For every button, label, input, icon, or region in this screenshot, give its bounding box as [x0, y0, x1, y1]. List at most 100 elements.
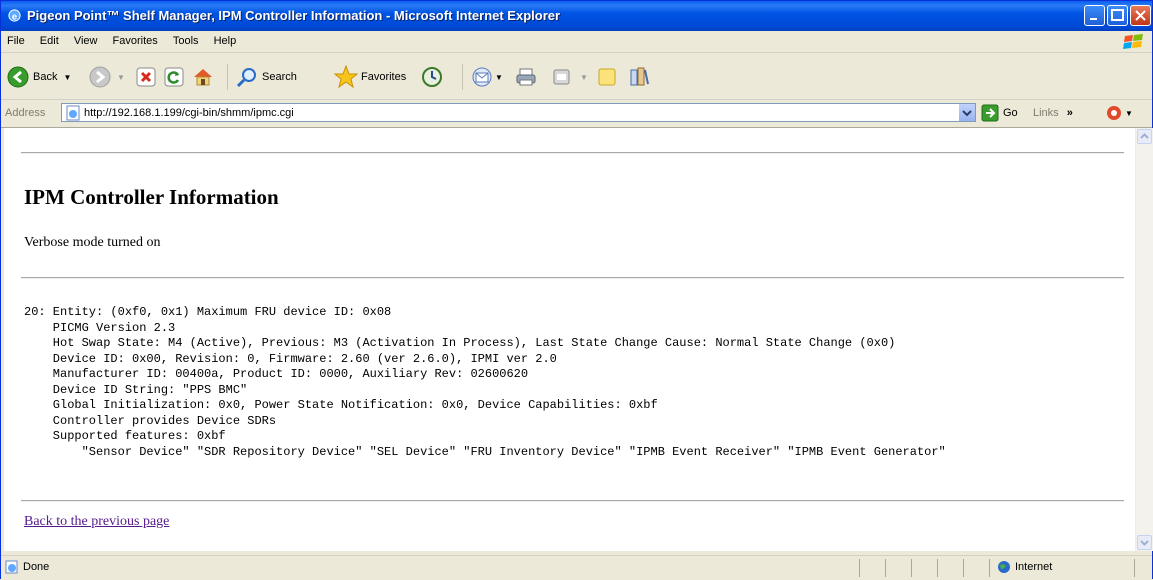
menu-file[interactable]: File — [1, 31, 31, 47]
address-dropdown-button[interactable] — [959, 104, 975, 121]
globe-icon — [998, 561, 1010, 573]
links-label: Links — [1033, 107, 1059, 119]
status-divider — [911, 559, 912, 577]
favorites-star-icon — [334, 65, 358, 89]
translate-icon — [1107, 106, 1121, 120]
discuss-button[interactable] — [596, 64, 618, 90]
stop-button[interactable] — [136, 64, 156, 90]
page-heading: IPM Controller Information — [24, 185, 279, 209]
info-line: Controller provides Device SDRs — [24, 413, 277, 428]
links-button[interactable]: Links » — [1033, 107, 1073, 119]
address-label: Address — [5, 107, 46, 119]
window-title: Pigeon Point™ Shelf Manager, IPM Control… — [27, 8, 561, 23]
standard-toolbar: Back ▼ ▼ Search Favorites ▼ ▼ — [1, 53, 1152, 100]
search-label: Search — [262, 71, 297, 83]
ie-icon: e — [8, 9, 21, 22]
maximize-button[interactable] — [1107, 5, 1128, 26]
scroll-down-button[interactable] — [1137, 535, 1152, 550]
search-icon — [236, 68, 256, 88]
research-icon — [630, 67, 649, 86]
extension-button[interactable]: ▼ — [1105, 104, 1133, 122]
messenger-button[interactable] — [628, 64, 650, 90]
menu-edit[interactable]: Edit — [34, 31, 65, 47]
favorites-button[interactable]: Favorites — [334, 64, 406, 90]
zone-label: Internet — [1015, 561, 1053, 573]
info-line: Global Initialization: 0x0, Power State … — [24, 398, 658, 412]
verbose-status: Verbose mode turned on — [24, 235, 161, 250]
go-label: Go — [1003, 107, 1018, 119]
chevron-up-icon — [1140, 133, 1149, 139]
status-divider — [937, 559, 938, 577]
info-line: Device ID String: "PPS BMC" — [24, 382, 248, 397]
print-icon — [516, 68, 536, 86]
edit-dropdown-icon[interactable]: ▼ — [580, 73, 588, 82]
print-button[interactable] — [515, 64, 537, 90]
back-button[interactable]: Back ▼ — [7, 64, 71, 90]
back-dropdown-icon[interactable]: ▼ — [63, 73, 71, 82]
divider — [21, 152, 1124, 154]
go-arrow-icon — [981, 104, 999, 122]
menu-view[interactable]: View — [68, 31, 104, 47]
page-content: IPM Controller Information Verbose mode … — [4, 128, 1135, 551]
windows-logo-icon — [1123, 34, 1143, 49]
stop-icon — [136, 67, 156, 87]
status-divider — [859, 559, 860, 577]
vertical-scrollbar[interactable] — [1135, 128, 1153, 551]
minimize-icon — [1090, 18, 1097, 20]
search-button[interactable]: Search — [227, 64, 297, 90]
favorites-label: Favorites — [361, 71, 407, 83]
page-done-icon — [5, 560, 18, 574]
status-divider — [885, 559, 886, 577]
mail-dropdown-icon[interactable]: ▼ — [495, 73, 503, 82]
minimize-button[interactable] — [1084, 5, 1105, 26]
controller-info: 20: Entity: (0xf0, 0x1) Maximum FRU devi… — [24, 305, 946, 460]
info-line: "Sensor Device" "SDR Repository Device" … — [24, 444, 946, 459]
menu-help[interactable]: Help — [208, 31, 243, 47]
chevron-down-icon — [1140, 540, 1149, 546]
info-line: Device ID: 0x00, Revision: 0, Firmware: … — [24, 351, 557, 366]
info-line: Supported features: 0xbf — [24, 429, 226, 443]
status-divider — [989, 559, 990, 577]
page-icon — [66, 105, 80, 121]
status-bar: Done Internet — [1, 555, 1152, 580]
go-button[interactable]: Go — [981, 104, 1018, 122]
history-icon — [422, 67, 442, 87]
browser-window: e Pigeon Point™ Shelf Manager, IPM Contr… — [0, 0, 1153, 580]
menu-favorites[interactable]: Favorites — [107, 31, 164, 47]
forward-button[interactable]: ▼ — [89, 64, 125, 90]
chevron-down-icon — [962, 110, 972, 117]
history-button[interactable] — [421, 64, 443, 90]
home-button[interactable] — [192, 64, 214, 90]
close-button[interactable] — [1130, 5, 1151, 26]
back-label: Back — [33, 71, 58, 83]
address-input[interactable]: http://192.168.1.199/cgi-bin/shmm/ipmc.c… — [61, 103, 976, 122]
back-to-previous-link[interactable]: Back to the previous page — [24, 514, 169, 530]
forward-dropdown-icon[interactable]: ▼ — [117, 73, 125, 82]
home-icon — [194, 69, 212, 86]
info-line: Hot Swap State: M4 (Active), Previous: M… — [24, 336, 896, 350]
back-arrow-icon — [7, 66, 29, 88]
address-url: http://192.168.1.199/cgi-bin/shmm/ipmc.c… — [84, 107, 294, 119]
edit-button[interactable]: ▼ — [552, 64, 588, 90]
title-bar[interactable]: e Pigeon Point™ Shelf Manager, IPM Contr… — [1, 1, 1152, 31]
menu-tools[interactable]: Tools — [167, 31, 205, 47]
scroll-up-button[interactable] — [1137, 129, 1152, 144]
info-line: PICMG Version 2.3 — [24, 320, 176, 335]
mail-icon — [472, 67, 492, 87]
notes-icon — [598, 68, 616, 86]
mail-button[interactable]: ▼ — [462, 64, 503, 90]
refresh-icon — [164, 67, 184, 87]
extension-dropdown-icon: ▼ — [1125, 108, 1133, 118]
divider — [21, 500, 1124, 502]
svg-text:e: e — [12, 11, 17, 21]
divider — [21, 277, 1124, 279]
refresh-button[interactable] — [164, 64, 184, 90]
menu-bar: File Edit View Favorites Tools Help — [1, 31, 1152, 53]
forward-arrow-icon — [89, 66, 111, 88]
info-line: Manufacturer ID: 00400a, Product ID: 000… — [24, 367, 529, 381]
info-line: 20: Entity: (0xf0, 0x1) Maximum FRU devi… — [24, 305, 392, 319]
address-bar: Address http://192.168.1.199/cgi-bin/shm… — [1, 100, 1152, 128]
status-divider — [1134, 559, 1135, 577]
close-icon — [1135, 10, 1146, 21]
chevron-right-icon: » — [1066, 107, 1073, 119]
